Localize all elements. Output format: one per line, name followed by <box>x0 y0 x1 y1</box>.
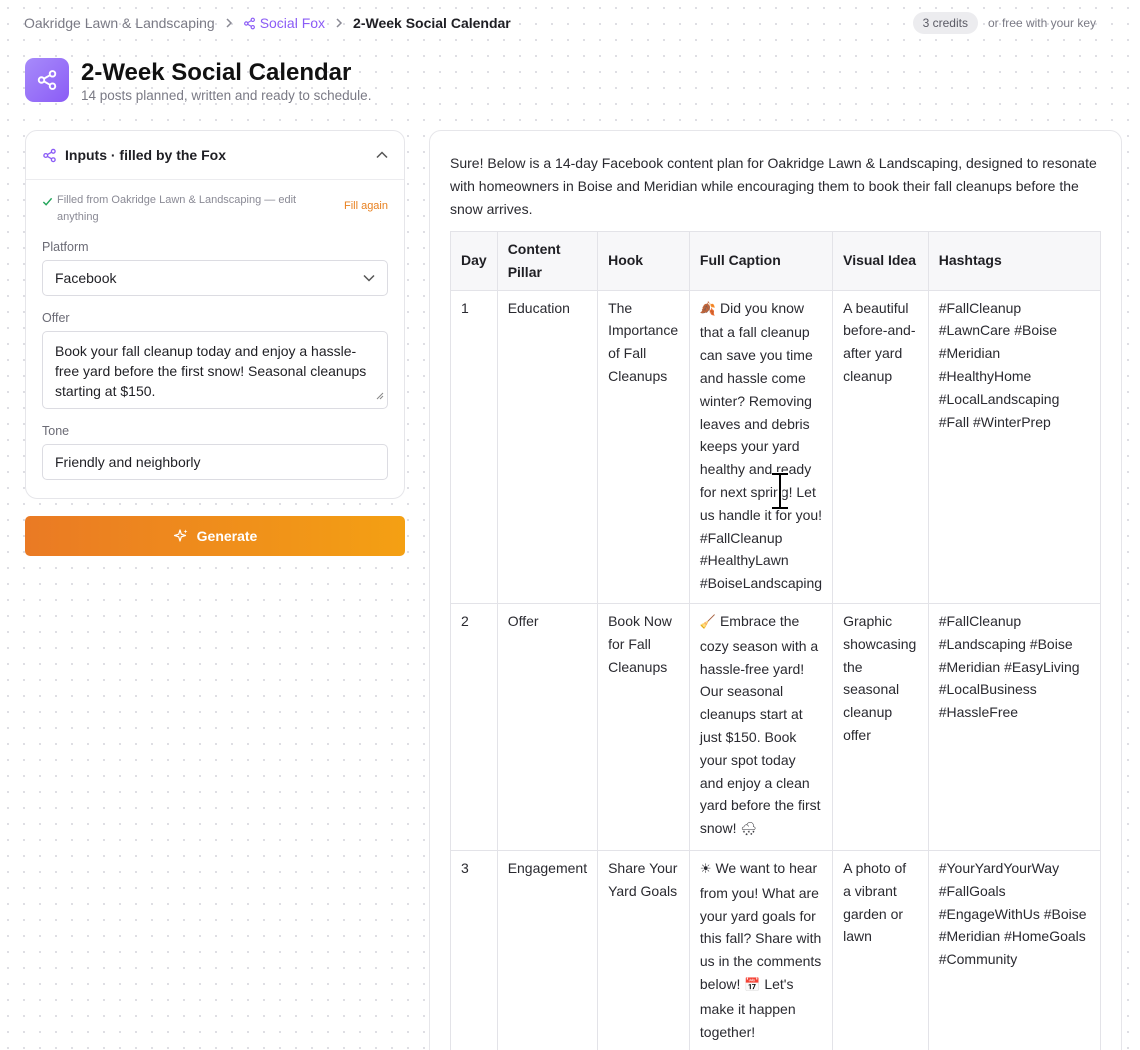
offer-value: Book your fall cleanup today and enjoy a… <box>55 343 367 399</box>
output-intro: Sure! Below is a 14-day Facebook content… <box>450 155 1097 217</box>
cell-day: 3 <box>450 849 498 1050</box>
cell-pillar: Offer <box>496 602 599 851</box>
table-header-row: Day Content Pillar Hook Full Caption Vis… <box>450 231 1102 291</box>
cell-day: 2 <box>450 602 498 851</box>
page-subtitle: 14 posts planned, written and ready to s… <box>81 88 372 103</box>
filled-notice-text: Filled from Oakridge Lawn & Landscaping … <box>57 194 297 223</box>
column-header: Full Caption <box>688 231 834 291</box>
column-header: Content Pillar <box>496 231 599 291</box>
offer-label: Offer <box>42 311 70 325</box>
table-row: 2 Offer Book Now for Fall Cleanups 🧹 Emb… <box>450 602 1102 851</box>
cell-hashtags: #FallCleanup #LawnCare #Boise #Meridian … <box>927 289 1102 604</box>
cell-hook: Book Now for Fall Cleanups <box>597 602 690 851</box>
column-header: Hook <box>597 231 690 291</box>
cell-day: 1 <box>450 289 498 604</box>
tone-input[interactable]: Friendly and neighborly <box>42 444 388 480</box>
sun-icon: ☀ <box>699 861 712 877</box>
page-title: 2-Week Social Calendar <box>81 59 352 86</box>
column-header: Visual Idea <box>832 231 929 291</box>
cell-pillar: Engagement <box>496 849 599 1050</box>
chevron-right-icon <box>335 18 343 28</box>
column-header: Hashtags <box>927 231 1102 291</box>
page-header: 2-Week Social Calendar 14 posts planned,… <box>25 58 371 103</box>
chevron-right-icon <box>225 18 233 28</box>
filled-notice: Filled from Oakridge Lawn & Landscaping … <box>26 180 404 226</box>
column-header: Day <box>450 231 498 291</box>
output-panel: Sure! Below is a 14-day Facebook content… <box>429 130 1122 1050</box>
cell-hashtags: #YourYardYourWay #FallGoals #EngageWithU… <box>927 849 1102 1050</box>
check-icon <box>42 196 53 207</box>
inputs-panel: Inputs · filled by the Fox Filled from O… <box>25 130 405 499</box>
share-icon <box>25 58 69 102</box>
cell-pillar: Education <box>496 289 599 604</box>
chevron-down-icon <box>363 274 375 282</box>
credits-area: 3 credits or free with your key <box>912 12 1116 34</box>
tone-value: Friendly and neighborly <box>55 454 201 470</box>
table-row: 1 Education The Importance of Fall Clean… <box>450 289 1102 604</box>
calendar-icon: 📅 <box>744 977 761 993</box>
snow-cloud-icon: 🌨 <box>740 822 757 838</box>
breadcrumb-app-label: Social Fox <box>259 15 326 31</box>
share-icon <box>243 17 255 29</box>
caption-text: Did you know that a fall cleanup can sav… <box>699 299 823 592</box>
caption-text: We want to hear from you! What are your … <box>699 859 822 992</box>
platform-label: Platform <box>42 240 89 254</box>
cell-caption: 🍂 Did you know that a fall cleanup can s… <box>688 289 834 604</box>
generate-button[interactable]: Generate <box>25 516 405 556</box>
offer-textarea[interactable]: Book your fall cleanup today and enjoy a… <box>42 331 388 409</box>
cell-hashtags: #FallCleanup #Landscaping #Boise #Meridi… <box>927 602 1102 851</box>
top-bar: Oakridge Lawn & Landscaping Social Fox 2… <box>24 12 1116 34</box>
cell-caption: 🧹 Embrace the cozy season with a hassle-… <box>688 602 834 851</box>
credits-note: or free with your key <box>987 16 1096 30</box>
leaf-icon: 🍂 <box>699 301 717 317</box>
table-row: 3 Engagement Share Your Yard Goals ☀ We … <box>450 849 1102 1050</box>
platform-value: Facebook <box>55 270 117 286</box>
cell-visual: A photo of a vibrant garden or lawn <box>832 849 929 1050</box>
cell-hook: The Importance of Fall Cleanups <box>597 289 690 604</box>
generate-button-label: Generate <box>196 528 258 544</box>
platform-select[interactable]: Facebook <box>42 260 388 296</box>
share-icon <box>43 148 56 162</box>
cell-visual: Graphic showcasing the seasonal cleanup … <box>832 602 929 851</box>
resize-grip-icon[interactable] <box>376 385 384 405</box>
text-cursor-icon <box>768 471 792 515</box>
credits-badge: 3 credits <box>912 12 978 34</box>
sparkle-icon <box>173 529 188 542</box>
caption-text: Embrace the cozy season with a hassle-fr… <box>699 612 821 837</box>
chevron-up-icon[interactable] <box>376 151 388 159</box>
breadcrumb-current: 2-Week Social Calendar <box>353 15 511 31</box>
fill-again-button[interactable]: Fill again <box>344 200 388 212</box>
breadcrumb: Oakridge Lawn & Landscaping Social Fox 2… <box>24 15 511 31</box>
inputs-panel-title: Inputs · filled by the Fox <box>65 147 226 163</box>
cell-hook: Share Your Yard Goals <box>597 849 690 1050</box>
breadcrumb-app[interactable]: Social Fox <box>243 15 325 31</box>
breadcrumb-home[interactable]: Oakridge Lawn & Landscaping <box>24 15 215 31</box>
broom-icon: 🧹 <box>699 614 717 630</box>
cell-visual: A beautiful before-and-after yard cleanu… <box>832 289 929 604</box>
inputs-panel-header[interactable]: Inputs · filled by the Fox <box>26 131 404 180</box>
cell-caption: ☀ We want to hear from you! What are you… <box>688 849 834 1050</box>
tone-label: Tone <box>42 424 70 438</box>
content-calendar-table: Day Content Pillar Hook Full Caption Vis… <box>450 231 1102 1050</box>
